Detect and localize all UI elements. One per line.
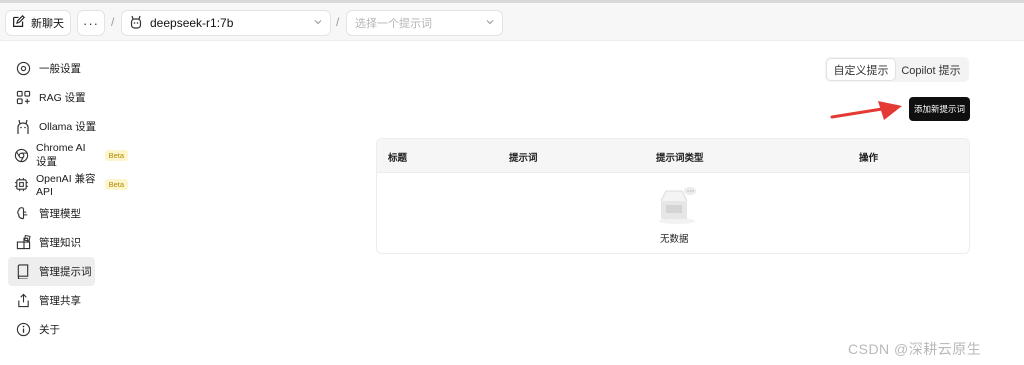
sidebar-item-label: RAG 设置 <box>39 92 86 104</box>
breadcrumb-separator: / <box>336 15 340 29</box>
more-options-button[interactable]: ··· <box>77 10 105 36</box>
edit-icon <box>12 15 25 31</box>
sidebar-item-manage-prompts[interactable]: 管理提示词 <box>8 257 95 286</box>
chevron-down-icon <box>314 20 322 25</box>
book-icon <box>14 263 32 281</box>
prompts-table: 标题 提示词 提示词类型 操作 无数据 <box>376 138 970 254</box>
column-header-prompt: 提示词 <box>509 153 538 164</box>
prompt-type-tabs: 自定义提示 Copilot 提示 <box>825 57 969 82</box>
sidebar-item-manage-models[interactable]: 管理模型 <box>8 199 128 228</box>
blocks-icon <box>14 234 32 252</box>
brain-icon <box>14 205 32 223</box>
chip-icon <box>14 176 29 194</box>
sidebar-item-label: 管理共享 <box>39 295 81 307</box>
sidebar-item-label: OpenAI 兼容 API <box>36 173 96 198</box>
empty-state-label: 无数据 <box>660 234 689 245</box>
sidebar-item-chrome-ai[interactable]: Chrome AI 设置 Beta <box>8 141 128 170</box>
column-header-actions: 操作 <box>859 153 879 164</box>
empty-box-icon <box>659 187 696 224</box>
sidebar-item-openai-api[interactable]: OpenAI 兼容 API Beta <box>8 170 128 199</box>
sidebar-item-label: Ollama 设置 <box>39 121 97 133</box>
sidebar-item-label: Chrome AI 设置 <box>36 142 86 168</box>
rag-icon <box>14 89 32 107</box>
beta-badge: Beta <box>104 149 128 162</box>
header-bar: 新聊天 ··· / deepseek-r1:7b / 选择一个提示词 <box>0 3 1024 41</box>
column-header-prompt-type: 提示词类型 <box>656 153 704 164</box>
beta-badge: Beta <box>104 178 128 191</box>
empty-state: 无数据 <box>377 173 969 253</box>
share-icon <box>14 292 32 310</box>
sidebar-item-label: 一般设置 <box>39 63 81 75</box>
robot-icon <box>130 15 142 32</box>
sidebar-item-label: 管理提示词 <box>39 266 92 278</box>
watermark: CSDN @深耕云原生 <box>848 341 982 357</box>
info-icon <box>14 321 32 339</box>
chevron-down-icon <box>486 20 494 25</box>
ollama-icon <box>14 118 32 136</box>
sidebar-item-rag[interactable]: RAG 设置 <box>8 83 128 112</box>
sidebar-item-manage-knowledge[interactable]: 管理知识 <box>8 228 128 257</box>
sidebar-item-label: 关于 <box>39 324 60 336</box>
red-arrow-annotation <box>830 101 902 120</box>
app-root: 新聊天 ··· / deepseek-r1:7b / 选择一个提示词 一般设置 <box>0 0 1024 365</box>
chrome-icon <box>14 147 29 165</box>
sidebar-item-label: 管理知识 <box>39 237 81 249</box>
sidebar-item-about[interactable]: 关于 <box>8 315 128 344</box>
new-chat-button[interactable]: 新聊天 <box>5 10 71 36</box>
sidebar-item-label: 管理模型 <box>39 208 81 220</box>
tab-copilot-prompt[interactable]: Copilot 提示 <box>895 59 967 80</box>
breadcrumb-separator: / <box>111 15 115 29</box>
settings-icon <box>14 60 32 78</box>
table-header: 标题 提示词 提示词类型 操作 <box>377 139 969 173</box>
tab-custom-prompt[interactable]: 自定义提示 <box>827 59 895 80</box>
column-header-title: 标题 <box>388 153 408 164</box>
sidebar-item-general[interactable]: 一般设置 <box>8 54 128 83</box>
settings-sidebar: 一般设置 RAG 设置 Ollama 设置 Chrome AI 设置 Beta <box>8 54 128 344</box>
prompt-select[interactable]: 选择一个提示词 <box>346 10 503 36</box>
prompt-select-placeholder: 选择一个提示词 <box>355 18 432 30</box>
sidebar-item-ollama[interactable]: Ollama 设置 <box>8 112 128 141</box>
add-prompt-button[interactable]: 添加新提示词 <box>909 97 970 121</box>
model-select-value: deepseek-r1:7b <box>150 16 234 30</box>
new-chat-label: 新聊天 <box>31 18 64 30</box>
model-select[interactable]: deepseek-r1:7b <box>121 10 331 36</box>
sidebar-item-manage-sharing[interactable]: 管理共享 <box>8 286 128 315</box>
